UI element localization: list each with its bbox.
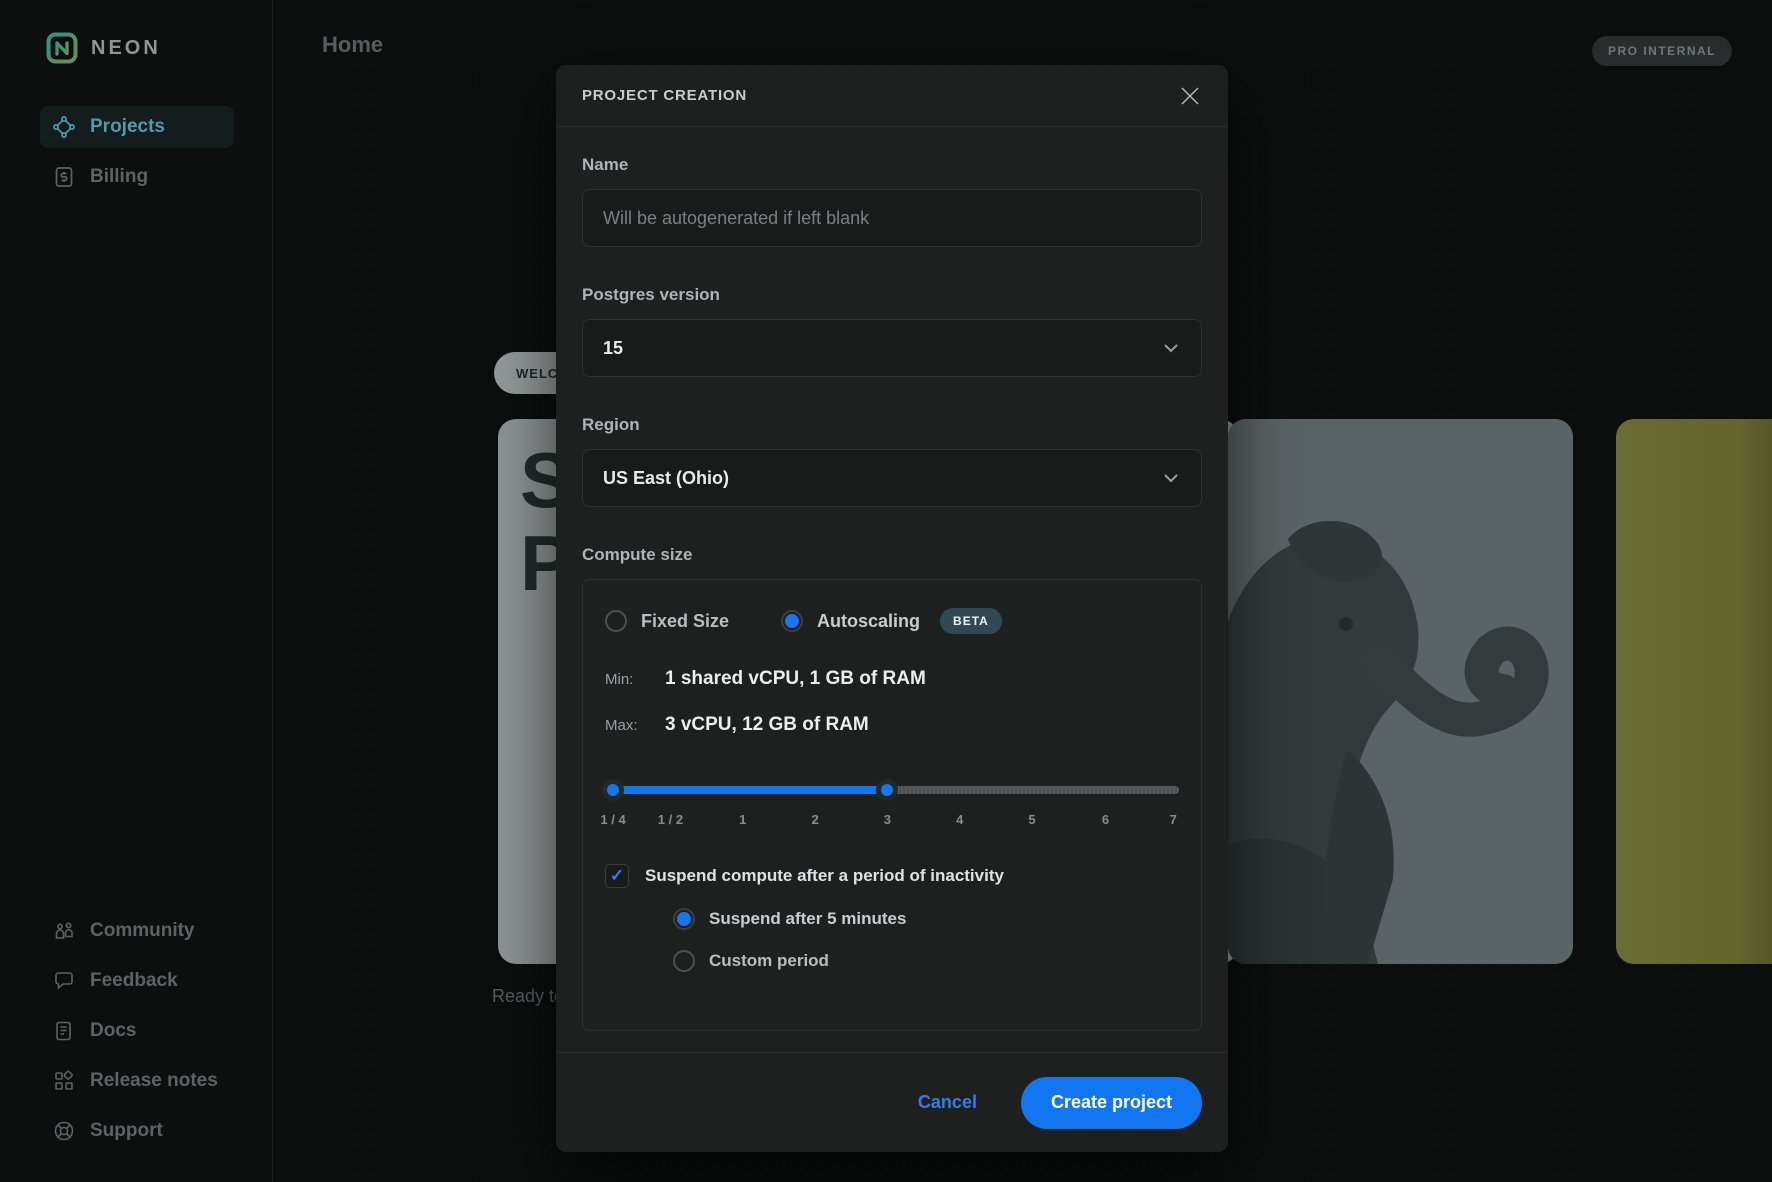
sidebar: NEON Projects Billing Community Feedback xyxy=(0,0,273,1182)
modal-footer: Cancel Create project xyxy=(556,1052,1228,1152)
suspend-5min-radio[interactable] xyxy=(673,908,695,930)
suspend-label: Suspend compute after a period of inacti… xyxy=(645,866,1004,886)
slider-max-handle[interactable] xyxy=(876,779,898,801)
billing-icon xyxy=(52,165,76,189)
custom-period-radio[interactable] xyxy=(673,950,695,972)
slider-tick: 1 / 4 xyxy=(600,812,625,827)
docs-icon xyxy=(52,1019,76,1043)
sidebar-item-release-notes[interactable]: Release notes xyxy=(40,1060,234,1102)
feedback-icon xyxy=(52,969,76,993)
sidebar-item-label: Docs xyxy=(90,1020,136,1042)
suspend-checkbox-row[interactable]: ✓ Suspend compute after a period of inac… xyxy=(605,864,1179,888)
slider-tick: 6 xyxy=(1102,812,1109,827)
sidebar-item-label: Projects xyxy=(90,116,165,138)
region-label: Region xyxy=(582,415,1202,435)
compute-size-label: Compute size xyxy=(582,545,1202,565)
beta-badge: BETA xyxy=(940,608,1002,634)
sidebar-item-support[interactable]: Support xyxy=(40,1110,234,1152)
compute-size-panel: Fixed Size Autoscaling BETA Min: 1 share… xyxy=(582,579,1202,1031)
nodes-icon xyxy=(52,115,76,139)
region-select[interactable]: US East (Ohio) xyxy=(582,449,1202,507)
postgres-version-label: Postgres version xyxy=(582,285,1202,305)
name-label: Name xyxy=(582,155,1202,175)
elephant-image xyxy=(1228,419,1573,964)
brand-logo[interactable]: NEON xyxy=(46,32,161,64)
fixed-size-radio[interactable] xyxy=(605,610,627,632)
create-project-button[interactable]: Create project xyxy=(1021,1077,1202,1129)
max-label: Max: xyxy=(605,717,665,734)
suspend-5min-option[interactable]: Suspend after 5 minutes xyxy=(673,908,1179,930)
max-value: 3 vCPU, 12 GB of RAM xyxy=(665,714,869,736)
slider-tick: 4 xyxy=(956,812,963,827)
slider-tick: 7 xyxy=(1170,812,1177,827)
autoscaling-label: Autoscaling xyxy=(817,611,920,632)
sidebar-item-docs[interactable]: Docs xyxy=(40,1010,234,1052)
suspend-checkbox[interactable]: ✓ xyxy=(605,864,629,888)
custom-period-option[interactable]: Custom period xyxy=(673,950,1179,972)
side-card[interactable] xyxy=(1616,419,1772,964)
autoscaling-radio[interactable] xyxy=(781,610,803,632)
neon-logo-icon xyxy=(46,32,78,64)
sidebar-item-label: Support xyxy=(90,1120,163,1142)
suspend-5min-label: Suspend after 5 minutes xyxy=(709,909,906,929)
support-icon xyxy=(52,1119,76,1143)
min-label: Min: xyxy=(605,671,665,688)
slider-tick: 1 / 2 xyxy=(658,812,683,827)
sidebar-item-community[interactable]: Community xyxy=(40,910,234,952)
community-icon xyxy=(52,919,76,943)
ready-caption: Ready to xyxy=(492,986,564,1007)
sidebar-item-feedback[interactable]: Feedback xyxy=(40,960,234,1002)
modal-title: PROJECT CREATION xyxy=(582,87,747,104)
postgres-version-select[interactable]: 15 xyxy=(582,319,1202,377)
sidebar-item-projects[interactable]: Projects xyxy=(40,106,234,148)
plan-badge: PRO INTERNAL xyxy=(1592,36,1732,66)
region-value: US East (Ohio) xyxy=(603,468,729,489)
sidebar-item-label: Release notes xyxy=(90,1070,218,1092)
compute-range-slider[interactable]: 1 / 4 1 / 2 1 2 3 4 5 6 7 xyxy=(605,778,1179,838)
chevron-down-icon xyxy=(1161,338,1181,358)
sidebar-item-billing[interactable]: Billing xyxy=(40,156,234,198)
custom-period-label: Custom period xyxy=(709,951,829,971)
project-creation-modal: PROJECT CREATION Name Postgres version 1… xyxy=(556,65,1228,1152)
slider-tick: 1 xyxy=(739,812,746,827)
sidebar-item-label: Billing xyxy=(90,166,148,188)
chevron-down-icon xyxy=(1161,468,1181,488)
slider-tick: 5 xyxy=(1028,812,1035,827)
slider-tick: 2 xyxy=(811,812,818,827)
min-value: 1 shared vCPU, 1 GB of RAM xyxy=(665,668,926,690)
project-name-input[interactable] xyxy=(582,189,1202,247)
modal-body: Name Postgres version 15 Region US East … xyxy=(556,127,1228,1031)
cancel-button[interactable]: Cancel xyxy=(918,1092,977,1113)
page-title: Home xyxy=(322,32,383,58)
sidebar-item-label: Feedback xyxy=(90,970,178,992)
postgres-version-value: 15 xyxy=(603,338,623,359)
slider-min-handle[interactable] xyxy=(602,779,624,801)
slider-active-range xyxy=(613,786,887,794)
release-notes-icon xyxy=(52,1069,76,1093)
sidebar-item-label: Community xyxy=(90,920,195,942)
elephant-card[interactable] xyxy=(1228,419,1573,964)
modal-header: PROJECT CREATION xyxy=(556,65,1228,127)
brand-wordmark: NEON xyxy=(91,37,161,60)
slider-tick: 3 xyxy=(884,812,891,827)
fixed-size-label: Fixed Size xyxy=(641,611,729,632)
close-icon[interactable] xyxy=(1178,84,1202,108)
